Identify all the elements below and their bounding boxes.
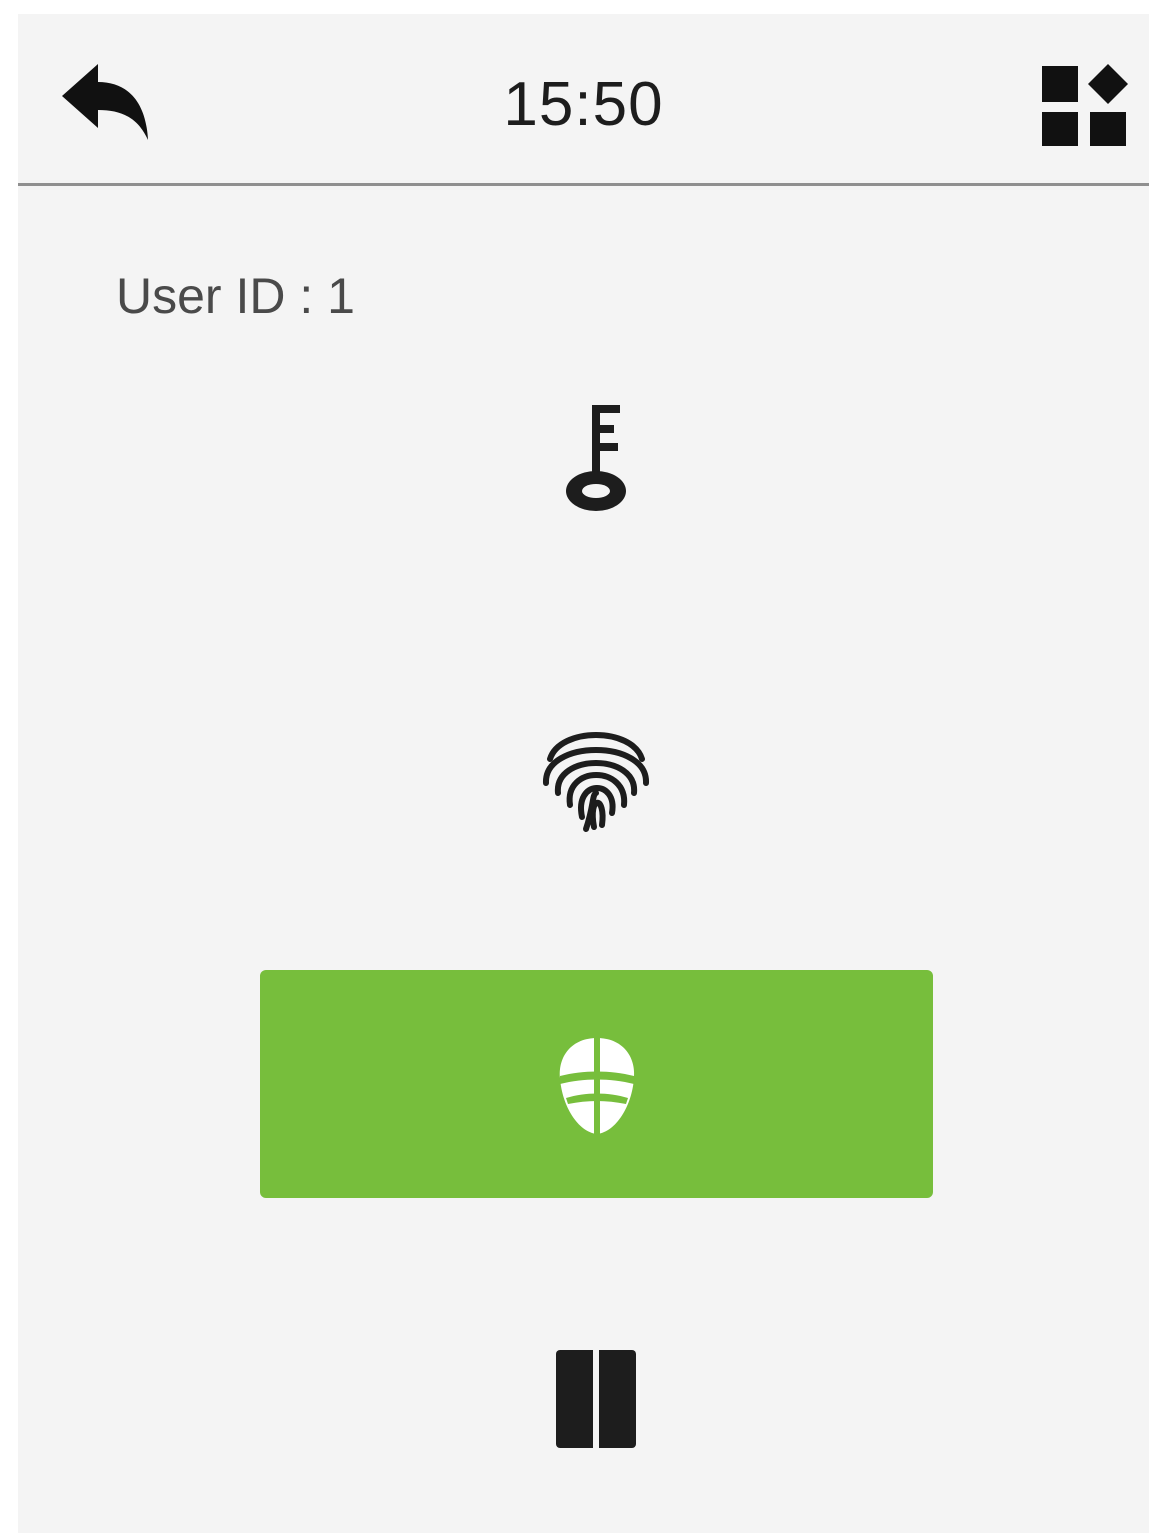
device-screen: 15:50 User ID : 1 [18, 14, 1149, 1533]
face-icon [559, 1038, 635, 1134]
grid-menu-icon [1042, 64, 1128, 146]
menu-button[interactable] [1036, 62, 1132, 152]
header-divider [18, 183, 1149, 186]
fingerprint-method-button[interactable] [538, 709, 654, 839]
card-method-button[interactable] [546, 1344, 646, 1454]
key-icon [566, 405, 626, 511]
face-icon-wrapper [554, 1034, 640, 1138]
card-icon [556, 1350, 636, 1448]
face-method-button[interactable] [260, 970, 933, 1198]
password-method-button[interactable] [546, 399, 646, 524]
fingerprint-icon [542, 732, 650, 832]
user-id-label: User ID : 1 [116, 268, 355, 324]
top-bar: 15:50 [18, 14, 1149, 186]
clock-time: 15:50 [503, 70, 664, 139]
